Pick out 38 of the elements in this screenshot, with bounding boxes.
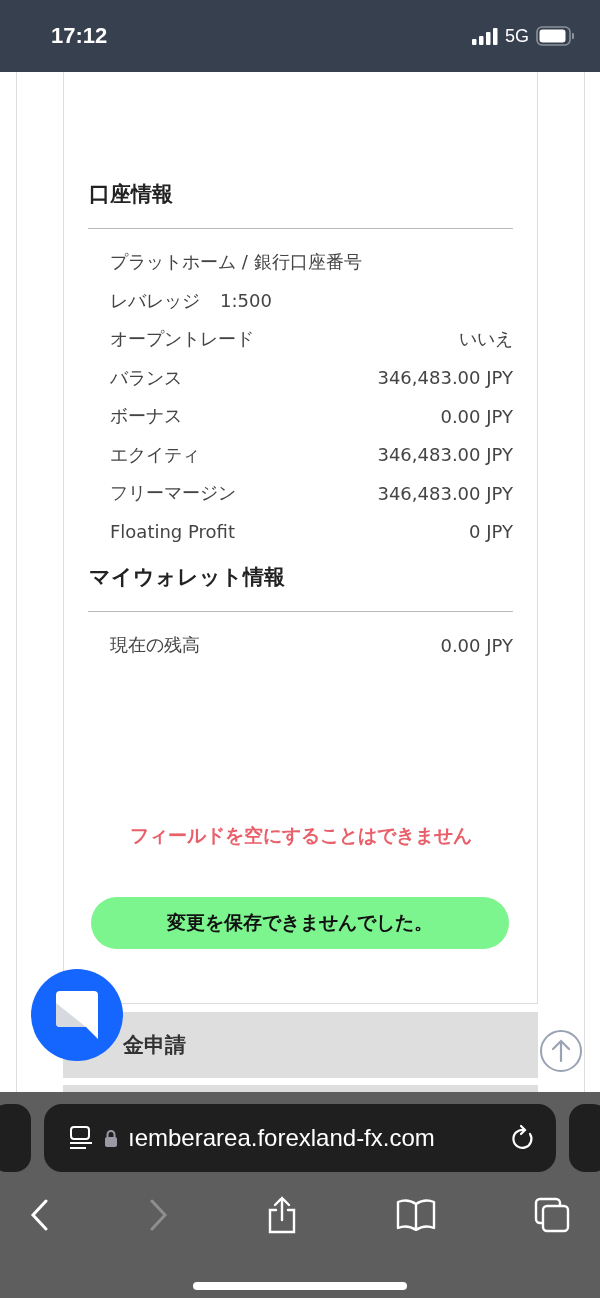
tab-preview[interactable] xyxy=(569,1104,600,1172)
field-value: 0.00 JPY xyxy=(440,634,513,656)
field-value: 0.00 JPY xyxy=(440,405,513,427)
share-icon[interactable] xyxy=(266,1196,298,1234)
field-value: いいえ xyxy=(459,327,513,352)
section-heading: 口座情報 xyxy=(89,181,174,208)
section-heading: マイウォレット情報 xyxy=(89,564,286,591)
field-label: フリーマージン xyxy=(110,481,236,506)
section-title: 金申請 xyxy=(123,1031,186,1059)
book-icon[interactable] xyxy=(396,1199,436,1231)
network-label: 5G xyxy=(505,25,529,47)
field-label: プラットホーム / 銀行口座番号 xyxy=(110,250,362,275)
field-label: エクイティ xyxy=(110,442,200,467)
clock: 17:12 xyxy=(51,23,108,49)
url-text: ıemberarea.forexland-fx.com xyxy=(128,1124,436,1152)
battery-icon xyxy=(536,26,574,46)
field-label: 現在の残高 xyxy=(110,633,200,658)
field-label: バランス xyxy=(110,365,182,390)
field-value: 346,483.00 JPY xyxy=(377,367,513,389)
address-bar[interactable]: ıemberarea.forexland-fx.com xyxy=(44,1104,556,1172)
field-label: オープントレード xyxy=(110,327,254,352)
field-value: 0 JPY xyxy=(469,521,513,543)
field-label: Floating Profit xyxy=(110,521,235,543)
field-value: 1:500 xyxy=(220,290,272,312)
save-status-button[interactable]: 変更を保存できませんでした。 xyxy=(91,896,509,949)
signal-icon xyxy=(472,27,498,45)
field-label: レバレッジ xyxy=(110,288,200,313)
tabs-icon[interactable] xyxy=(534,1197,570,1233)
tab-preview[interactable] xyxy=(0,1104,31,1172)
field-label: ボーナス xyxy=(110,404,182,429)
chat-icon xyxy=(54,989,100,1041)
reader-icon[interactable] xyxy=(68,1125,94,1151)
field-value: 346,483.00 JPY xyxy=(377,482,513,504)
lock-icon xyxy=(104,1129,118,1147)
back-icon[interactable] xyxy=(30,1199,50,1231)
error-message: フィールドを空にすることはできません xyxy=(128,822,473,848)
field-value: 346,483.00 JPY xyxy=(377,444,513,466)
section-header[interactable]: 金申請 xyxy=(63,1011,538,1078)
